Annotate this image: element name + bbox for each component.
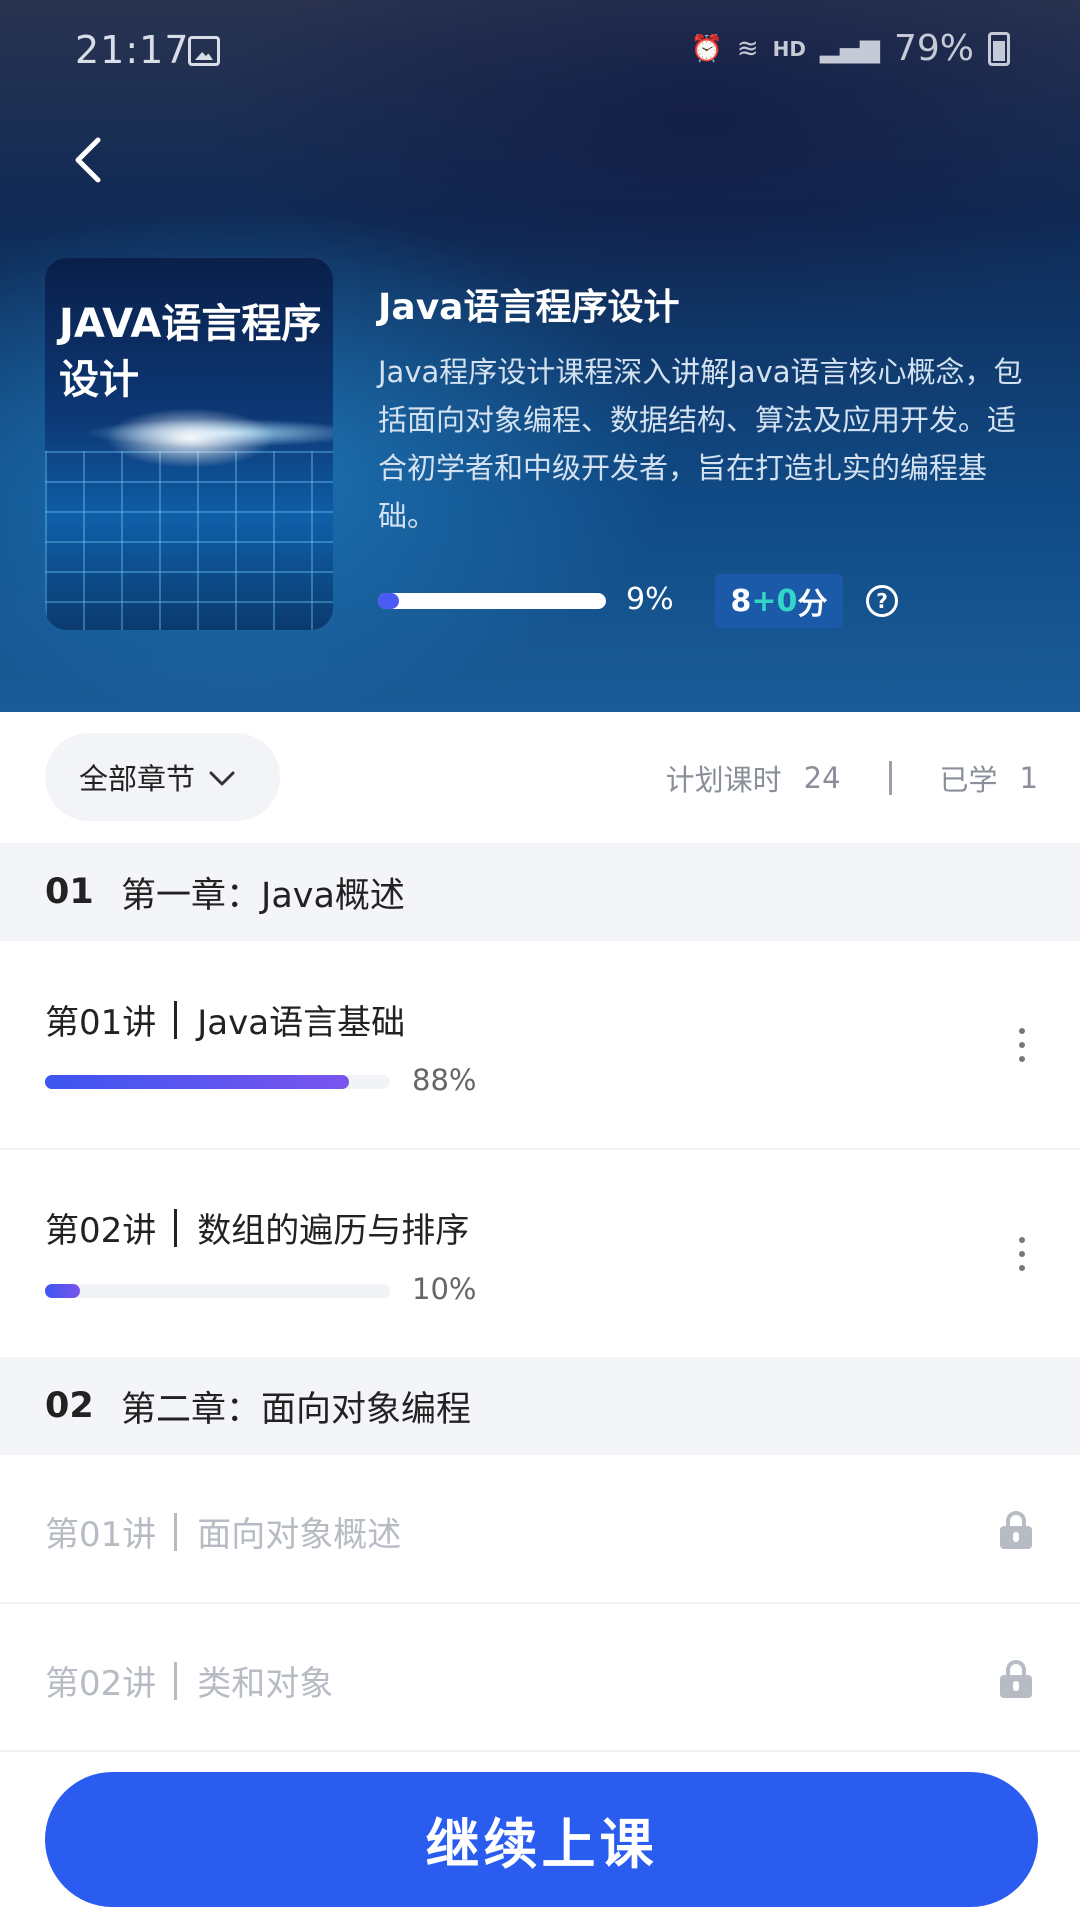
- course-cover-image: JAVA语言程序设计: [45, 258, 333, 630]
- continue-class-button[interactable]: 继续上课: [45, 1772, 1038, 1907]
- chevron-left-icon: [75, 137, 101, 183]
- lesson-progress-bar: [45, 1075, 390, 1089]
- lesson-title: 第02讲 数组的遍历与排序: [45, 1203, 469, 1252]
- title-divider: [174, 1512, 178, 1551]
- alarm-icon: ⏰: [690, 33, 723, 64]
- title-divider: [174, 1208, 178, 1247]
- lesson-item[interactable]: 第01讲 Java语言基础 88%: [0, 941, 1080, 1150]
- lesson-name: 类和对象: [197, 1664, 334, 1704]
- cover-glow-decoration: [105, 408, 275, 468]
- course-progress-label: 9%: [626, 582, 674, 617]
- course-progress-bar: [378, 593, 606, 609]
- signal-icon: ▂▄▆: [819, 33, 880, 64]
- chapter-header: 01 第一章：Java概述: [0, 843, 1080, 941]
- lesson-title: 第01讲 Java语言基础: [45, 995, 405, 1044]
- continue-class-label: 继续上课: [425, 1813, 658, 1876]
- help-symbol: ?: [876, 589, 888, 613]
- score-base: 8: [730, 583, 752, 619]
- cover-title: JAVA语言程序设计: [59, 301, 322, 403]
- lesson-index: 第01讲: [45, 1515, 157, 1555]
- title-divider: [174, 1661, 178, 1700]
- lesson-progress-fill: [45, 1284, 80, 1298]
- lesson-index: 第02讲: [45, 1211, 157, 1251]
- status-bar: 21:17 ⏰ ≋ HD ▂▄▆ 79%: [0, 0, 1080, 100]
- status-time: 21:17: [75, 28, 190, 72]
- lesson-title: 第02讲 类和对象: [45, 1656, 333, 1705]
- stats-divider: [888, 761, 892, 795]
- lock-icon: [1000, 1660, 1032, 1698]
- lesson-name: 面向对象概述: [197, 1515, 402, 1555]
- back-button[interactable]: [58, 130, 118, 190]
- chapter-filter-dropdown[interactable]: 全部章节: [45, 733, 280, 821]
- chapter-number: 01: [45, 872, 94, 912]
- more-vertical-icon[interactable]: [1004, 1015, 1040, 1075]
- chapter-title: 第一章：Java概述: [121, 875, 405, 916]
- lesson-name: Java语言基础: [197, 1003, 406, 1043]
- lesson-name: 数组的遍历与排序: [197, 1211, 470, 1251]
- lesson-progress-bar: [45, 1284, 390, 1298]
- lesson-progress-label: 88%: [412, 1063, 477, 1097]
- planned-lessons-value: 24: [803, 761, 841, 795]
- lock-icon: [1000, 1511, 1032, 1549]
- lesson-item-locked[interactable]: 第02讲 类和对象: [0, 1604, 1080, 1752]
- cover-grid-decoration: [45, 451, 333, 630]
- lesson-item-locked[interactable]: 第01讲 面向对象概述: [0, 1455, 1080, 1604]
- learned-lessons-label: 已学: [939, 763, 998, 797]
- lesson-index: 第02讲: [45, 1664, 157, 1704]
- chapter-filter-label: 全部章节: [79, 762, 196, 796]
- course-detail-screen: 21:17 ⏰ ≋ HD ▂▄▆ 79% JAVA语言程序设计 Java语言程序…: [0, 0, 1080, 1920]
- score-unit: 分: [797, 587, 828, 622]
- learned-lessons-value: 1: [1019, 761, 1038, 795]
- lesson-index: 第01讲: [45, 1003, 157, 1043]
- status-indicators: ⏰ ≋ HD ▂▄▆ 79%: [690, 28, 1010, 69]
- gallery-notification-icon: [188, 36, 220, 66]
- course-header: 21:17 ⏰ ≋ HD ▂▄▆ 79% JAVA语言程序设计 Java语言程序…: [0, 0, 1080, 712]
- score-badge[interactable]: 8 +0 分: [715, 574, 843, 628]
- chapter-header: 02 第二章：面向对象编程: [0, 1357, 1080, 1455]
- lesson-progress-fill: [45, 1075, 349, 1089]
- lesson-title: 第01讲 面向对象概述: [45, 1507, 401, 1556]
- battery-percent: 79%: [893, 28, 974, 69]
- battery-icon: [988, 31, 1010, 66]
- network-type-label: HD: [772, 36, 806, 61]
- chapter-title: 第二章：面向对象编程: [121, 1389, 472, 1430]
- course-progress-fill: [378, 593, 399, 609]
- course-title: Java语言程序设计: [378, 287, 680, 328]
- score-plus: +0: [751, 583, 798, 619]
- planned-lessons-label: 计划课时: [665, 763, 782, 797]
- more-vertical-icon[interactable]: [1004, 1224, 1040, 1284]
- course-description: Java程序设计课程深入讲解Java语言核心概念，包括面向对象编程、数据结构、算…: [378, 355, 1023, 533]
- lesson-stats: 计划课时 24 已学 1: [666, 757, 1038, 799]
- question-circle-icon[interactable]: ?: [866, 585, 898, 617]
- wifi-icon: ≋: [736, 33, 759, 64]
- chevron-down-icon: [209, 760, 235, 794]
- chapter-number: 02: [45, 1386, 94, 1426]
- lesson-progress-label: 10%: [412, 1272, 477, 1306]
- title-divider: [174, 1000, 178, 1039]
- lesson-item[interactable]: 第02讲 数组的遍历与排序 10%: [0, 1150, 1080, 1357]
